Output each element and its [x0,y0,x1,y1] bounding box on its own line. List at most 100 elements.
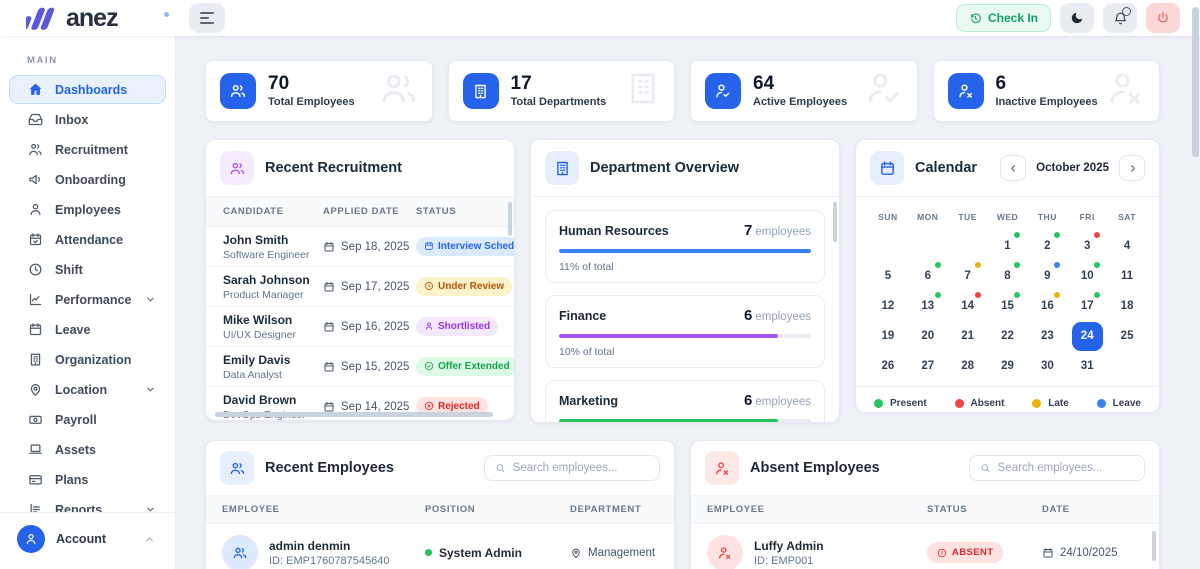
table-row[interactable]: Emily Davis Data Analyst Sep 15, 2025 Off… [206,347,514,387]
column-header: STATUS [927,504,968,515]
calendar-day[interactable]: 1 [988,231,1028,261]
sidebar-item-reports[interactable]: Reports [9,495,166,512]
sidebar-account[interactable]: Account [0,512,175,569]
calendar-day[interactable]: 29 [988,351,1028,381]
calendar-next-button[interactable] [1119,155,1145,181]
sidebar-item-recruitment[interactable]: Recruitment [9,135,166,164]
calendar-day[interactable]: 11 [1107,261,1147,291]
day-header: TUE [958,212,977,222]
calendar-day[interactable]: 4 [1107,231,1147,261]
sidebar-item-onboarding[interactable]: Onboarding [9,165,166,194]
sidebar-item-organization[interactable]: Organization [9,345,166,374]
calendar-day[interactable]: 19 [868,321,908,351]
sidebar-item-payroll[interactable]: Payroll [9,405,166,434]
department-unit: employees [755,226,811,238]
department-item[interactable]: Marketing6employees 10% of total [545,380,825,422]
calendar-day[interactable]: 28 [948,351,988,381]
calendar-day[interactable]: 8 [988,261,1028,291]
department-item[interactable]: Human Resources 7 employees 11% of total [545,210,825,283]
department-item[interactable]: Finance 6 employees 10% of total [545,295,825,368]
calendar-day[interactable]: 3 [1067,231,1107,261]
employees-table-header: EMPLOYEE POSITION DEPARTMENT [206,495,674,524]
calendar-day[interactable]: 22 [988,321,1028,351]
candidate-name: John Smith [223,232,289,247]
calendar-day[interactable]: 23 [1027,321,1067,351]
calendar-day[interactable]: 7 [948,261,988,291]
calendar-day[interactable]: 14 [948,291,988,321]
search-input[interactable] [512,462,649,474]
candidate-role: UI/UX Designer [223,328,296,341]
card-title: Recent Recruitment [265,160,402,176]
status-badge: Interview Scheduled [416,236,514,256]
employee-search [969,455,1145,481]
calendar-day-selected[interactable]: 24 [1067,321,1107,351]
check-in-button[interactable]: Check In [955,4,1051,32]
calendar-day[interactable]: 30 [1027,351,1067,381]
calendar-day[interactable]: 16 [1027,291,1067,321]
stat-label: Active Employees [753,96,848,109]
table-row[interactable]: Sarah Johnson Product Manager Sep 17, 202… [206,267,514,307]
user-x-icon [719,546,731,559]
progress-track [559,334,811,338]
calendar-day[interactable]: 25 [1107,321,1147,351]
logout-power-button[interactable] [1146,3,1180,33]
sidebar-item-employees[interactable]: Employees [9,195,166,224]
calendar-day[interactable]: 17 [1067,291,1107,321]
table-row[interactable]: Mike Wilson UI/UX Designer Sep 16, 2025 S… [206,307,514,347]
sidebar-item-leave[interactable]: Leave [9,315,166,344]
sidebar-item-label: Plans [55,472,89,487]
calendar-day[interactable]: 27 [908,351,948,381]
sidebar-item-label: Reports [55,502,103,513]
table-row[interactable]: John Smith Software Engineer Sep 18, 2025… [206,227,514,267]
calendar-day[interactable]: 9 [1027,261,1067,291]
sidebar-item-label: Inbox [55,112,89,127]
calendar-day[interactable]: 31 [1067,351,1107,381]
brand-logo[interactable]: anez [0,5,176,31]
calendar-day[interactable]: 10 [1067,261,1107,291]
calendar-day[interactable]: 2 [1027,231,1067,261]
sidebar-item-attendance[interactable]: Attendance [9,225,166,254]
sidebar-item-inbox[interactable]: Inbox [9,105,166,134]
users-icon [220,73,256,109]
sidebar-toggle-button[interactable] [189,3,225,33]
report-icon [30,503,40,512]
notifications-button[interactable] [1103,3,1137,33]
sidebar-item-performance[interactable]: Performance [9,285,166,314]
table-row[interactable]: admin denmin ID: EMP1760787545640 System … [206,524,674,569]
vertical-scrollbar[interactable] [833,202,837,242]
users-icon [233,547,247,558]
card-title: Department Overview [590,160,740,176]
sidebar-item-location[interactable]: Location [9,375,166,404]
calendar-day[interactable]: 26 [868,351,908,381]
stat-card-active-employees: 64 Active Employees [690,60,918,122]
topbar-actions: Check In [955,3,1180,33]
vertical-scrollbar[interactable] [508,202,512,236]
sidebar-item-shift[interactable]: Shift [9,255,166,284]
sidebar-item-label: Payroll [55,412,97,427]
sidebar-item-dashboards[interactable]: Dashboards [9,75,166,104]
calendar-day[interactable]: 13 [908,291,948,321]
horizontal-scrollbar[interactable] [215,412,493,417]
applied-date: Sep 17, 2025 [341,280,410,293]
calendar-day[interactable]: 18 [1107,291,1147,321]
calendar-day[interactable]: 6 [908,261,948,291]
absent-employees-card: Absent Employees EMPLOYEE STATUS DATE Lu… [690,440,1160,569]
table-row[interactable]: Luffy Admin ID: EMP001 ABSENT 24/10/2025 [691,524,1159,569]
building-ghost-icon [624,70,662,113]
vertical-scrollbar[interactable] [1152,531,1156,561]
calendar-day[interactable]: 20 [908,321,948,351]
calendar-day[interactable]: 5 [868,261,908,291]
calendar-day[interactable]: 12 [868,291,908,321]
employee-id: ID: EMP001 [754,554,814,567]
calendar-prev-button[interactable] [1000,155,1027,181]
inbox-icon [28,113,43,126]
calendar-icon [324,361,334,371]
page-scrollbar[interactable] [1192,7,1199,157]
late-dot [1032,399,1042,408]
calendar-day[interactable]: 21 [948,321,988,351]
dark-mode-toggle[interactable] [1060,3,1094,33]
search-input[interactable] [997,462,1134,474]
calendar-day[interactable]: 15 [988,291,1028,321]
sidebar-item-plans[interactable]: Plans [9,465,166,494]
sidebar-item-assets[interactable]: Assets [9,435,166,464]
